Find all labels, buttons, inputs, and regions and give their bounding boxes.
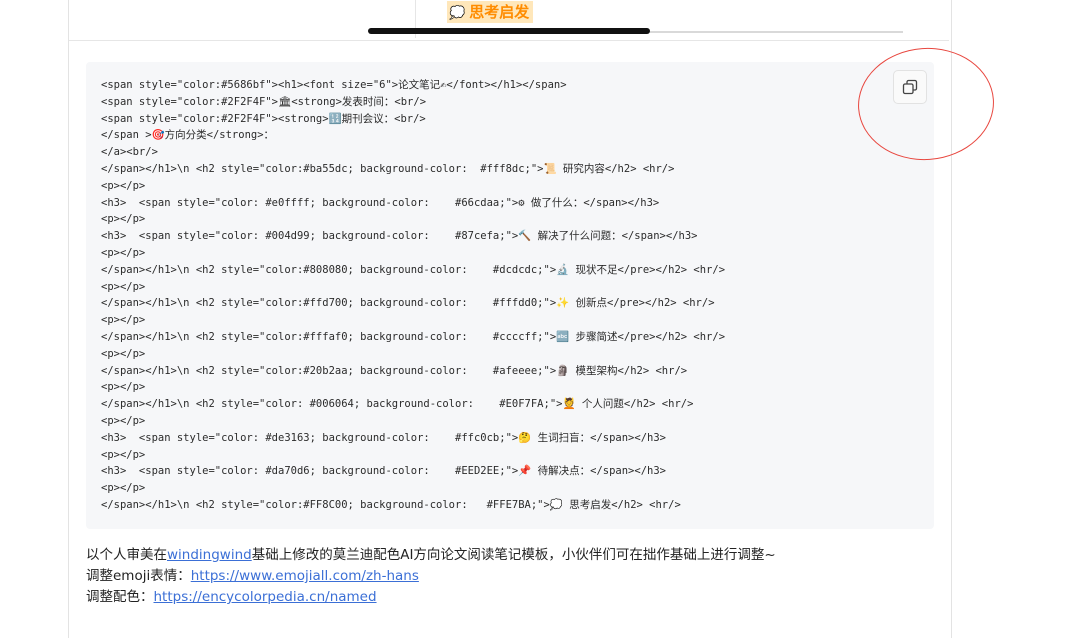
emoji-adjust-label: 调整emoji表情： xyxy=(86,568,191,584)
code-line: <p></p> xyxy=(101,280,146,293)
description-text: 以个人审美在 xyxy=(86,547,167,563)
code-line: <p></p> xyxy=(101,213,146,226)
code-line: <p></p> xyxy=(101,314,146,327)
code-line: </span></h1>\n <h2 style="color:#20b2aa;… xyxy=(101,364,688,377)
emojiall-link[interactable]: https://www.emojiall.com/zh-hans xyxy=(191,568,419,584)
code-line: </span >🎯方向分类</strong>： xyxy=(101,129,275,142)
code-line: </span></h1>\n <h2 style="color:#808080;… xyxy=(101,263,726,276)
description-line-1: 以个人审美在windingwind基础上修改的莫兰迪配色AI方向论文阅读笔记模板… xyxy=(86,545,776,565)
color-adjust-label: 调整配色： xyxy=(86,589,154,605)
code-line: <p></p> xyxy=(101,415,146,427)
description-text-continued: 基础上修改的莫兰迪配色AI方向论文阅读笔记模板，小伙伴们可在拙作基础上进行调整~ xyxy=(251,547,776,563)
code-line: <p></p> xyxy=(101,482,146,495)
code-line: <h3> <span style="color: #de3163; backgr… xyxy=(101,431,666,444)
code-block: <span style="color:#5686bf"><h1><font si… xyxy=(86,62,934,529)
code-line: <span style="color:#2F2F4F"><strong>🔢期刊会… xyxy=(101,112,426,125)
code-line: <h3> <span style="color: #004d99; backgr… xyxy=(101,230,698,243)
code-line: <p></p> xyxy=(101,381,146,394)
code-line: <p></p> xyxy=(101,448,146,461)
description-line-2: 调整emoji表情：https://www.emojiall.com/zh-ha… xyxy=(86,566,419,586)
code-line: </span></h1>\n <h2 style="color:#ffd700;… xyxy=(101,297,715,310)
code-line: <p></p> xyxy=(101,347,146,360)
code-line: </span></h1>\n <h2 style="color: #006064… xyxy=(101,398,694,411)
code-line: <span style="color:#5686bf"><h1><font si… xyxy=(101,79,567,91)
code-line: <h3> <span style="color: #e0ffff; backgr… xyxy=(101,196,660,209)
thought-bubble-icon: 💭 xyxy=(449,6,466,21)
code-line: <p></p> xyxy=(101,247,146,259)
code-line: </span></h1>\n <h2 style="color:#fffaf0;… xyxy=(101,331,726,343)
code-line: </span></h1>\n <h2 style="color:#ba55dc;… xyxy=(101,163,675,175)
code-line: <span style="color:#2F2F4F">🏛<strong>发表时… xyxy=(101,95,427,108)
horizontal-scrollbar-thumb[interactable] xyxy=(368,28,650,34)
description-line-3: 调整配色：https://encycolorpedia.cn/named xyxy=(86,587,377,607)
code-line: <h3> <span style="color: #da70d6; backgr… xyxy=(101,465,666,478)
thinking-heading-label: 思考启发 xyxy=(469,3,530,21)
previous-content-area: 💭 思考启发 xyxy=(69,0,949,41)
code-line: </span></h1>\n <h2 style="color:#FF8C00;… xyxy=(101,499,681,511)
copy-button[interactable] xyxy=(893,70,927,104)
code-line: <p></p> xyxy=(101,179,146,192)
copy-icon xyxy=(902,79,918,95)
windingwind-link[interactable]: windingwind xyxy=(167,547,252,563)
thinking-heading: 💭 思考启发 xyxy=(447,1,534,23)
encycolorpedia-link[interactable]: https://encycolorpedia.cn/named xyxy=(154,589,377,605)
code-line: </a><br/> xyxy=(101,146,158,159)
